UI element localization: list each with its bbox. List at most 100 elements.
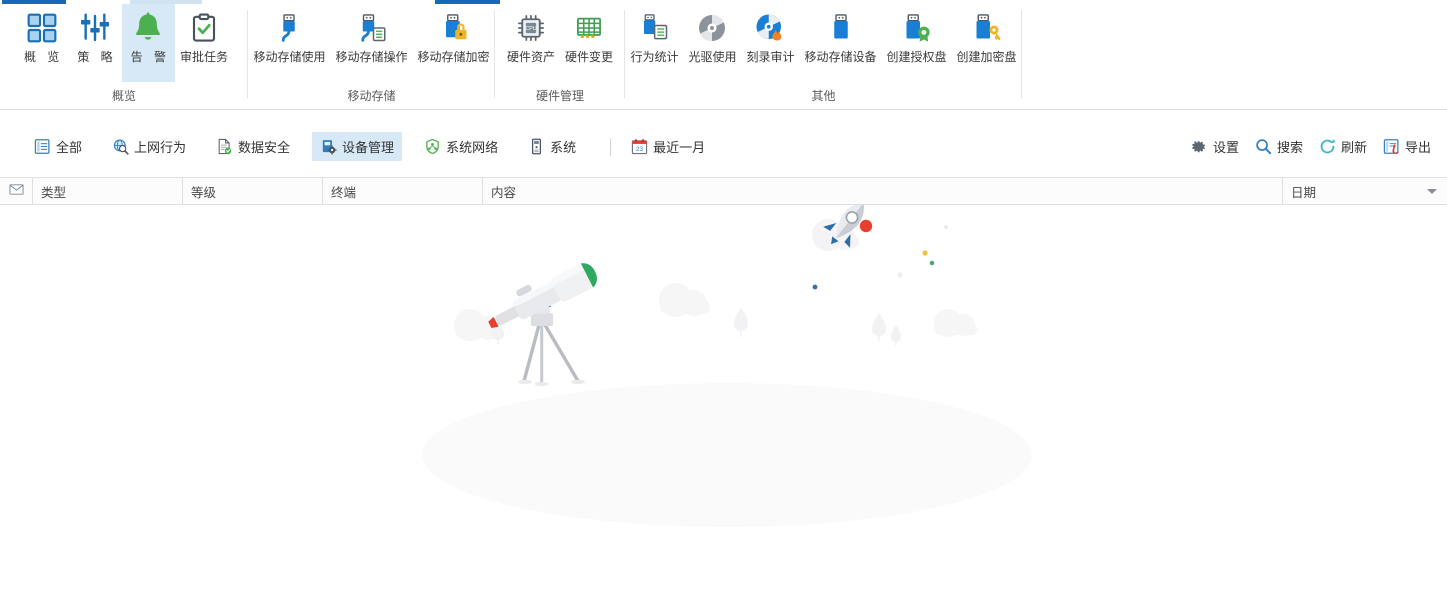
ribbon-button-cpu-chip[interactable]: CPU 硬件资产 (502, 4, 560, 68)
date-range-label: 最近一月 (653, 140, 706, 155)
table-header-label: 等级 (191, 185, 217, 200)
filter-tab-label: 数据安全 (238, 140, 291, 155)
optical-disc-gray-icon (692, 10, 732, 46)
table-body (0, 205, 1447, 610)
ribbon-group-items: 概 览策 略告 警审批任务 (0, 4, 248, 90)
action-label: 设置 (1212, 140, 1239, 155)
ribbon-button-usb-key[interactable]: 创建加密盘 (952, 4, 1022, 68)
ribbon-group-title: 移动存储 (347, 89, 396, 103)
table-header-cell[interactable]: 终端 (322, 178, 482, 204)
ribbon-button-usb-plug-list[interactable]: 移动存储操作 (330, 4, 412, 68)
table-header-label: 日期 (1291, 185, 1317, 200)
ribbon-button-grid-squares[interactable]: 概 览 (15, 4, 68, 68)
ribbon-button-label: 移动存储设备 (804, 50, 877, 64)
ribbon-group-title: 概览 (111, 89, 136, 103)
toolbar-divider (610, 137, 612, 156)
table-header-row: 类型 等级 终端 内容 日期 (0, 178, 1447, 205)
table-header-label: 终端 (331, 185, 357, 200)
filter-tab-device-manage[interactable]: 设备管理 (312, 132, 403, 161)
ribbon-button-label: 移动存储加密 (417, 50, 490, 64)
bell-icon (128, 10, 168, 46)
chevron-down-icon[interactable] (1427, 189, 1437, 194)
filter-tab-label: 系统 (550, 140, 577, 155)
gear-icon (1191, 138, 1208, 155)
ribbon-group-title: 硬件管理 (535, 89, 584, 103)
ribbon-group-0: 概 览策 略告 警审批任务 概览 (0, 4, 248, 110)
table-header-cell[interactable]: 类型 (32, 178, 182, 204)
ribbon-button-sliders[interactable]: 策 略 (68, 4, 121, 68)
filter-toolbar-right: 设置 搜索 刷新 导出 (1183, 132, 1439, 161)
action-label: 导出 (1404, 140, 1431, 155)
ribbon-button-label: 概 览 (23, 50, 64, 64)
ribbon-group-items: 行为统计 光驱使用 刻录审计 移动存储设备 创建授权盘 创建加密盘 (625, 4, 1022, 90)
filter-toolbar-left: 全部 上网行为 数据安全 设备管理 系统网络 系统 23 最近一月 (26, 132, 713, 161)
filter-tab-server[interactable]: 系统 (520, 132, 584, 161)
action-refresh[interactable]: 刷新 (1311, 132, 1375, 161)
ribbon-button-usb-stats[interactable]: 行为统计 (625, 4, 683, 68)
ribbon-button-label: 告 警 (130, 50, 170, 64)
ribbon-button-usb-lock[interactable]: 移动存储加密 (413, 4, 495, 68)
action-search[interactable]: 搜索 (1247, 132, 1311, 161)
envelope-icon (8, 182, 24, 200)
ribbon-group-2: CPU 硬件资产 硬件变更硬件管理 (495, 4, 625, 110)
cpu-chip-icon: CPU (511, 10, 551, 46)
ribbon-button-label: 策 略 (77, 50, 117, 64)
table-header-cell[interactable]: 日期 (1282, 178, 1447, 204)
ribbon-button-label: 审批任务 (180, 50, 229, 64)
ribbon-button-label: 硬件资产 (506, 50, 555, 64)
table-header-label: 类型 (41, 185, 67, 200)
usb-device-icon (821, 10, 861, 46)
usb-plug-list-icon (351, 10, 391, 46)
filter-tab-list-all[interactable]: 全部 (26, 132, 90, 161)
usb-badge-icon (897, 10, 937, 46)
action-gear[interactable]: 设置 (1183, 132, 1247, 161)
search-icon (1255, 138, 1272, 155)
ribbon-button-label: 光驱使用 (688, 50, 737, 64)
sliders-icon (75, 10, 115, 46)
ribbon-group-separator (1021, 10, 1022, 98)
globe-search-icon (112, 138, 129, 155)
ribbon-button-usb-badge[interactable]: 创建授权盘 (882, 4, 952, 68)
table-header-select-all[interactable] (0, 178, 32, 204)
ribbon-group-1: 移动存储使用 移动存储操作 移动存储加密 移动存储 (248, 4, 495, 110)
ribbon-button-label: 移动存储操作 (335, 50, 408, 64)
usb-key-icon (967, 10, 1007, 46)
ribbon-button-label: 行为统计 (630, 50, 679, 64)
ribbon-button-label: 硬件变更 (565, 50, 614, 64)
svg-text:23: 23 (636, 146, 644, 153)
ribbon-button-usb-plug[interactable]: 移动存储使用 (248, 4, 330, 68)
ribbon-button-bell[interactable]: 告 警 (121, 4, 175, 82)
filter-tab-label: 系统网络 (446, 140, 499, 155)
usb-plug-icon (269, 10, 309, 46)
usb-stats-icon (634, 10, 674, 46)
table-header-cell[interactable]: 等级 (182, 178, 322, 204)
ribbon-group-items: 移动存储使用 移动存储操作 移动存储加密 (248, 4, 495, 90)
ribbon-button-usb-device[interactable]: 移动存储设备 (800, 4, 882, 68)
filter-tab-shield-network[interactable]: 系统网络 (416, 132, 506, 161)
ribbon-button-optical-disc-gray[interactable]: 光驱使用 (683, 4, 741, 68)
ribbon-button-optical-disc-burn[interactable]: 刻录审计 (741, 4, 799, 68)
action-export-pdf[interactable]: 导出 (1375, 132, 1439, 161)
circuit-board-icon (569, 10, 609, 46)
svg-text:CPU: CPU (525, 26, 536, 32)
empty-state-illustration (422, 205, 1032, 527)
ribbon-button-circuit-board[interactable]: 硬件变更 (560, 4, 618, 68)
filter-tab-label: 全部 (56, 140, 83, 155)
document-shield-icon (216, 138, 233, 155)
ribbon-group-title: 其他 (811, 89, 836, 103)
ribbon-group-3: 行为统计 光驱使用 刻录审计 移动存储设备 创建授权盘 创建加密盘 其他 (625, 4, 1022, 110)
table-header-cell[interactable]: 内容 (482, 178, 1282, 204)
filter-toolbar: 全部 上网行为 数据安全 设备管理 系统网络 系统 23 最近一月 设置 搜索 刷新 导出 (0, 110, 1447, 178)
date-range-filter[interactable]: 23 最近一月 (623, 132, 713, 161)
table-header-label: 内容 (491, 185, 517, 200)
filter-tab-label: 上网行为 (134, 140, 187, 155)
action-label: 搜索 (1276, 140, 1303, 155)
action-label: 刷新 (1340, 140, 1367, 155)
ribbon-button-clipboard-check[interactable]: 审批任务 (175, 4, 233, 68)
list-all-icon (34, 138, 51, 155)
filter-tab-document-shield[interactable]: 数据安全 (208, 132, 298, 161)
filter-tab-label: 设备管理 (342, 140, 395, 155)
ribbon-button-label: 创建加密盘 (956, 50, 1017, 64)
usb-lock-icon (434, 10, 474, 46)
filter-tab-globe-search[interactable]: 上网行为 (104, 132, 194, 161)
